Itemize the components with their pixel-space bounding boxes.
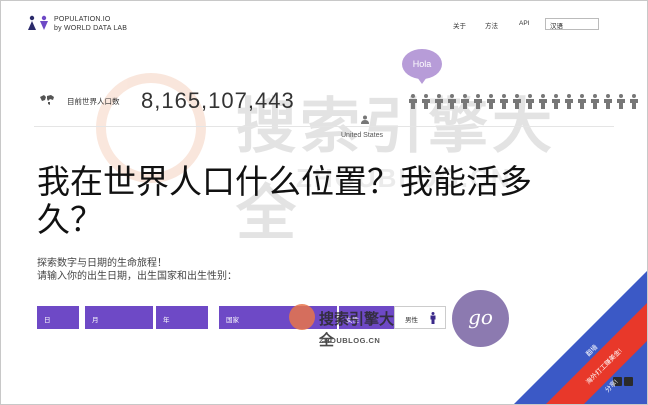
month-select[interactable]: 月 [85,306,153,329]
greeting-bubble: Hola [402,49,442,79]
people-icon [409,94,638,109]
page: POPULATION.IO by WORLD DATA LAB 关于 方法 AP… [0,0,648,405]
intro-text: 探索数字与日期的生命旅程！ 请输入你的出生日期，出生国家和出生性别： [37,257,237,283]
greeting-bubble-tail [417,77,427,84]
divider [34,126,614,127]
population-label: 目前世界人口数 [67,97,120,106]
location-icon [361,115,369,124]
brand-line-1: POPULATION.IO [54,16,111,23]
intro-line-2: 请输入你的出生日期，出生国家和出生性别： [37,271,237,282]
year-input[interactable]: 年 [156,306,208,329]
male-label: 男性 [405,317,418,324]
language-select[interactable]: 汉语 [545,18,599,30]
nav-method[interactable]: 方法 [485,20,498,30]
ribbon-link-vpn[interactable]: 翻墙 [583,342,599,358]
male-icon [430,312,436,324]
male-button[interactable]: 男性 [394,306,446,329]
brand-line-2: by WORLD DATA LAB [54,25,128,32]
logo-icon[interactable] [27,15,49,31]
nav-api[interactable]: API [519,20,529,27]
watermark-small-logo-icon [289,304,315,330]
brand-name[interactable]: POPULATION.IO by WORLD DATA LAB [54,15,127,33]
watermark-small-subtext: ZHOUBLOG.CN [319,336,381,345]
current-country: United States [341,132,384,139]
watermark-small: 搜索引擎大全 ZHOUBLOG.CN [289,304,399,349]
intro-line-1: 探索数字与日期的生命旅程！ [37,258,167,269]
ribbon-link-share[interactable]: 分享! [602,377,619,394]
globe-icon [40,95,54,105]
population-counter: 8,165,107,443 [141,88,295,113]
nav-about[interactable]: 关于 [453,20,466,30]
page-title: 我在世界人口什么位置？我能活多久？ [37,163,532,238]
day-input[interactable]: 日 [37,306,79,329]
go-button[interactable]: go [452,290,509,347]
